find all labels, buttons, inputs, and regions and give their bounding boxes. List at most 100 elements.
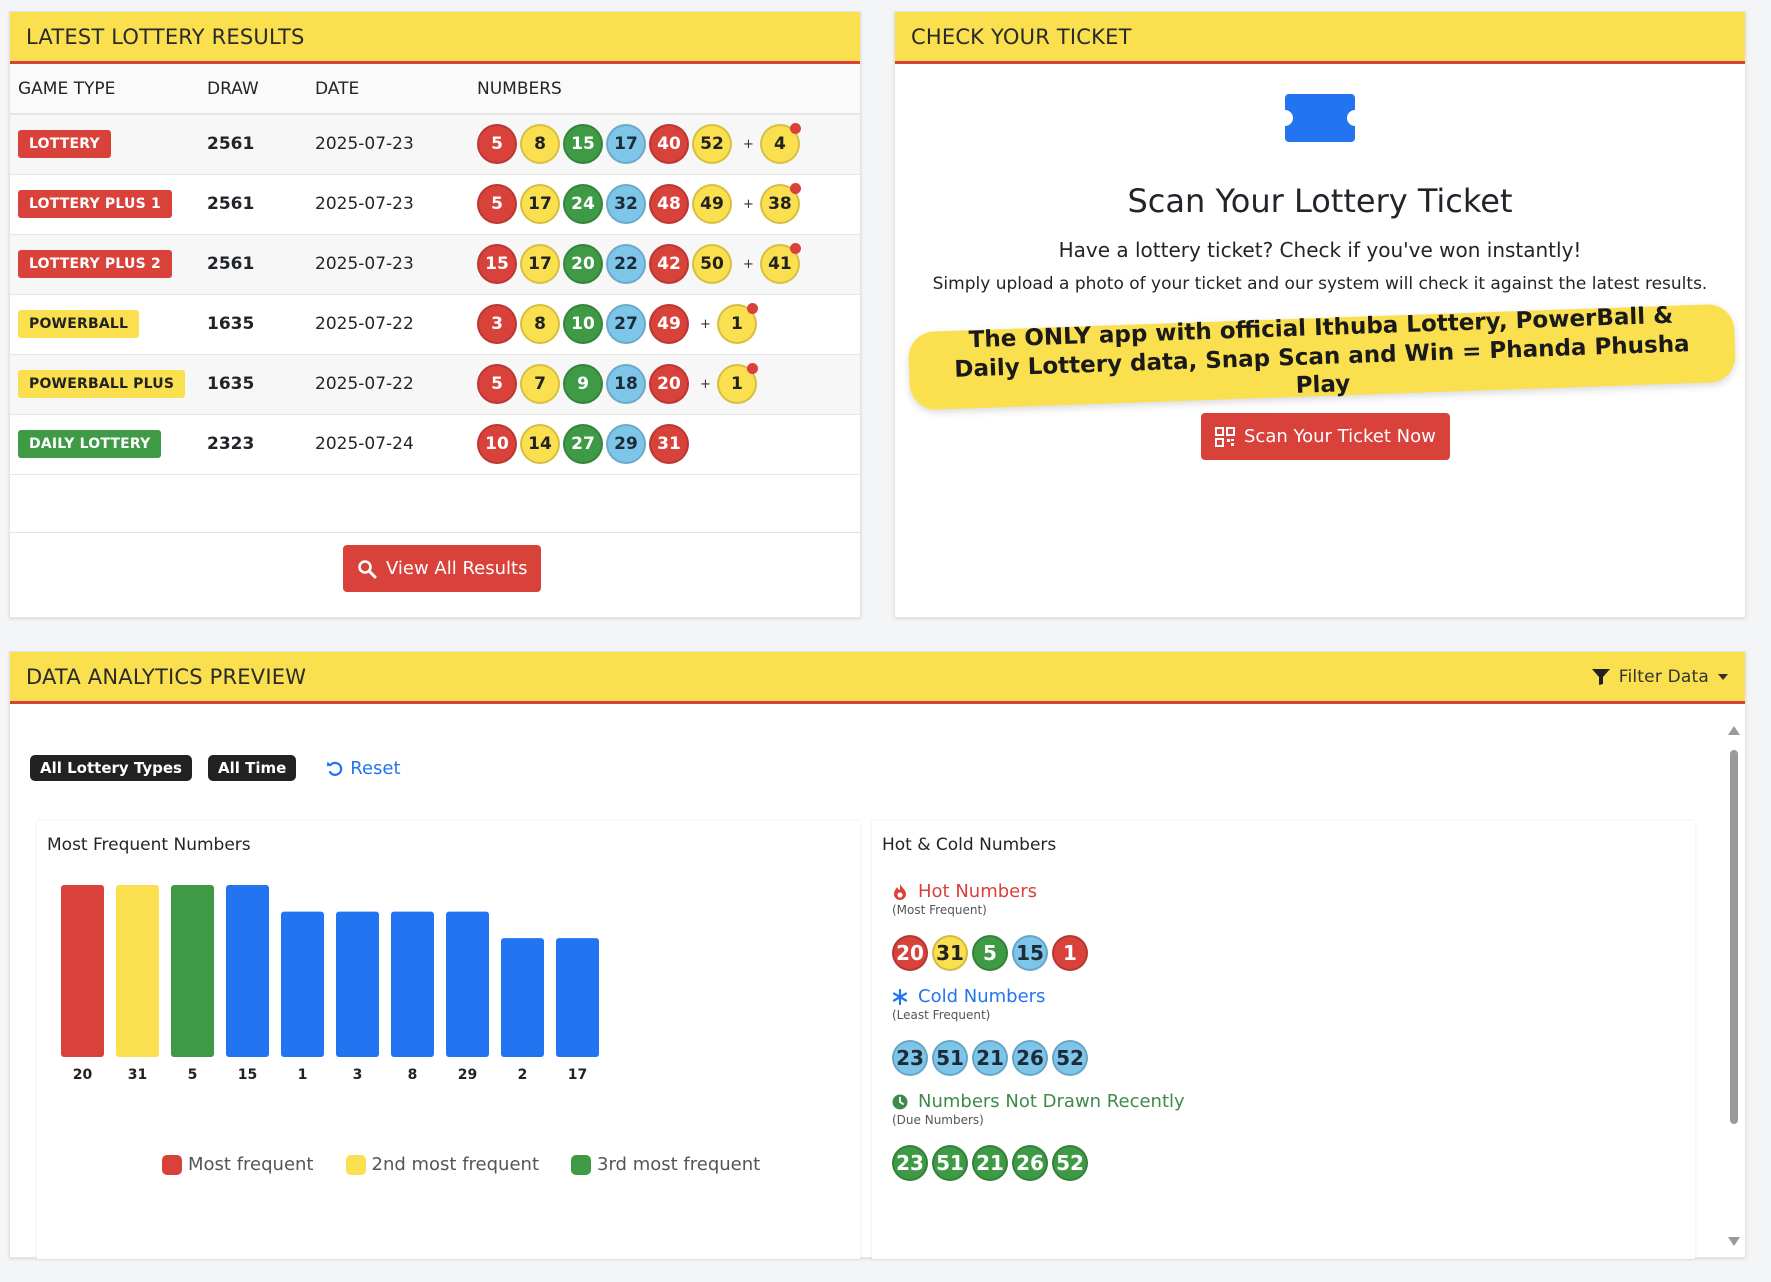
chart-bar[interactable] [116, 885, 159, 1057]
analytics-card-header: DATA ANALYTICS PREVIEW Filter Data [10, 652, 1745, 704]
number-ball: 20 [563, 244, 603, 284]
draw-number: 1635 [199, 354, 307, 415]
latest-results-card: LATEST LOTTERY RESULTS GAME TYPE DRAW DA… [9, 11, 861, 618]
filter-data-label: Filter Data [1618, 666, 1709, 687]
bonus-ball: 1 [716, 303, 758, 344]
results-footer-divider [10, 532, 860, 533]
chart-bar[interactable] [556, 938, 599, 1057]
result-row: LOTTERY PLUS 1 2561 2025-07-23 5 17 24 32 48 49 +… [10, 174, 860, 235]
scroll-up-arrow[interactable] [1728, 726, 1740, 735]
col-game-type: GAME TYPE [10, 64, 199, 115]
x-tick-label: 5 [188, 1067, 198, 1083]
number-ball: 20 [892, 935, 928, 971]
filter-icon [1591, 668, 1610, 685]
numbers-cell: 15 17 20 22 42 50 +41 [469, 234, 860, 295]
legend-item[interactable]: 3rd most frequent [571, 1154, 760, 1175]
reset-filters-link[interactable]: Reset [326, 758, 401, 779]
number-ball: 7 [520, 364, 560, 404]
number-ball: 17 [606, 124, 646, 165]
bonus-plus-sign: + [700, 376, 711, 392]
number-ball: 49 [649, 304, 689, 344]
game-type-cell: POWERBALL PLUS [10, 354, 199, 415]
legend-swatch [162, 1154, 182, 1175]
x-tick-label: 3 [353, 1067, 363, 1083]
hot-cold-panel: Hot & Cold Numbers Hot Numbers (Most Fre… [872, 821, 1695, 1259]
bonus-ball: 1 [716, 363, 758, 404]
scroll-thumb[interactable] [1730, 750, 1738, 1124]
game-type-badge: LOTTERY PLUS 1 [18, 190, 172, 218]
number-ball: 20 [649, 364, 689, 404]
due-numbers-section: Numbers Not Drawn Recently (Due Numbers)… [892, 1091, 1185, 1181]
number-ball: 10 [563, 304, 603, 344]
cold-numbers-label: Cold Numbers [918, 986, 1046, 1007]
draw-date: 2025-07-24 [307, 414, 469, 475]
number-ball: 52 [1052, 1040, 1088, 1076]
scan-ticket-subheading: Have a lottery ticket? Check if you've w… [1058, 238, 1582, 262]
col-date: DATE [307, 64, 469, 115]
draw-number: 2323 [199, 414, 307, 475]
chart-bar[interactable] [226, 885, 269, 1057]
scroll-down-arrow[interactable] [1728, 1237, 1740, 1246]
chart-bar[interactable] [61, 885, 104, 1057]
number-ball: 14 [520, 424, 560, 464]
number-ball: 5 [477, 184, 517, 224]
legend-label: 2nd most frequent [371, 1154, 540, 1175]
chart-bar[interactable] [171, 885, 214, 1057]
clock-icon [892, 1094, 908, 1109]
bonus-plus-sign: + [700, 316, 711, 332]
number-ball: 31 [932, 935, 968, 971]
game-type-cell: DAILY LOTTERY [10, 414, 199, 475]
bonus-ball: 41 [759, 243, 801, 284]
caret-down-icon [1718, 673, 1728, 680]
x-tick-label: 29 [458, 1067, 477, 1083]
scan-ticket-description: Simply upload a photo of your ticket and… [932, 274, 1708, 294]
number-ball: 21 [972, 1040, 1008, 1076]
number-ball: 23 [892, 1145, 928, 1181]
game-type-badge: POWERBALL PLUS [18, 370, 186, 398]
number-ball: 40 [649, 124, 689, 165]
hot-numbers-sub: (Most Frequent) [892, 903, 987, 917]
number-ball: 5 [477, 124, 517, 165]
numbers-cell: 5 8 15 17 40 52 +4 [469, 114, 860, 175]
hot-numbers-section: Hot Numbers (Most Frequent) 20 31 5 15 1 [892, 881, 1088, 971]
draw-number: 2561 [199, 114, 307, 175]
chart-bar[interactable] [501, 938, 544, 1057]
search-icon [358, 559, 377, 578]
legend-swatch [345, 1154, 366, 1175]
legend-item[interactable]: 2nd most frequent [345, 1154, 540, 1175]
number-ball: 3 [477, 304, 517, 344]
ticket-icon [1285, 94, 1355, 142]
analytics-scrollbar[interactable] [1727, 726, 1741, 1246]
legend-item[interactable]: Most frequent [162, 1154, 314, 1175]
number-ball: 15 [563, 124, 603, 165]
game-type-badge: LOTTERY [18, 130, 111, 159]
number-ball: 27 [606, 304, 646, 344]
ticket-card-title: CHECK YOUR TICKET [895, 12, 1745, 64]
x-tick-label: 2 [518, 1067, 528, 1083]
view-all-results-button[interactable]: View All Results [343, 545, 542, 592]
result-row: POWERBALL PLUS 1635 2025-07-22 5 7 9 18 20 +1 [10, 354, 860, 415]
chart-bar[interactable] [336, 911, 379, 1057]
scan-ticket-button[interactable]: Scan Your Ticket Now [1201, 413, 1450, 460]
promo-banner: The ONLY app with official Ithuba Lotter… [907, 303, 1737, 411]
chart-bar[interactable] [391, 911, 434, 1057]
hot-cold-title: Hot & Cold Numbers [882, 835, 1057, 855]
col-draw: DRAW [199, 64, 307, 115]
number-ball: 17 [520, 184, 560, 224]
number-ball: 51 [932, 1040, 968, 1076]
chart-bar[interactable] [446, 911, 489, 1057]
active-filters: All Lottery Types All Time Reset [30, 755, 401, 781]
filter-pill-lottery-types[interactable]: All Lottery Types [30, 755, 192, 781]
chart-bar[interactable] [281, 911, 324, 1057]
number-ball: 26 [1012, 1040, 1048, 1076]
number-ball: 29 [606, 424, 646, 464]
legend-label: Most frequent [188, 1154, 314, 1175]
frequent-numbers-panel: Most Frequent Numbers 20 31 5 15 1 3 8 29 2 17 Mo… [37, 821, 860, 1259]
number-ball: 42 [649, 244, 689, 284]
filter-data-dropdown[interactable]: Filter Data [1591, 667, 1729, 687]
number-ball: 49 [692, 184, 732, 224]
filter-pill-time[interactable]: All Time [207, 755, 297, 781]
qr-code-icon [1215, 426, 1235, 447]
result-row: LOTTERY PLUS 2 2561 2025-07-23 15 17 20 22 42 50… [10, 234, 860, 295]
legend-swatch [571, 1154, 592, 1175]
